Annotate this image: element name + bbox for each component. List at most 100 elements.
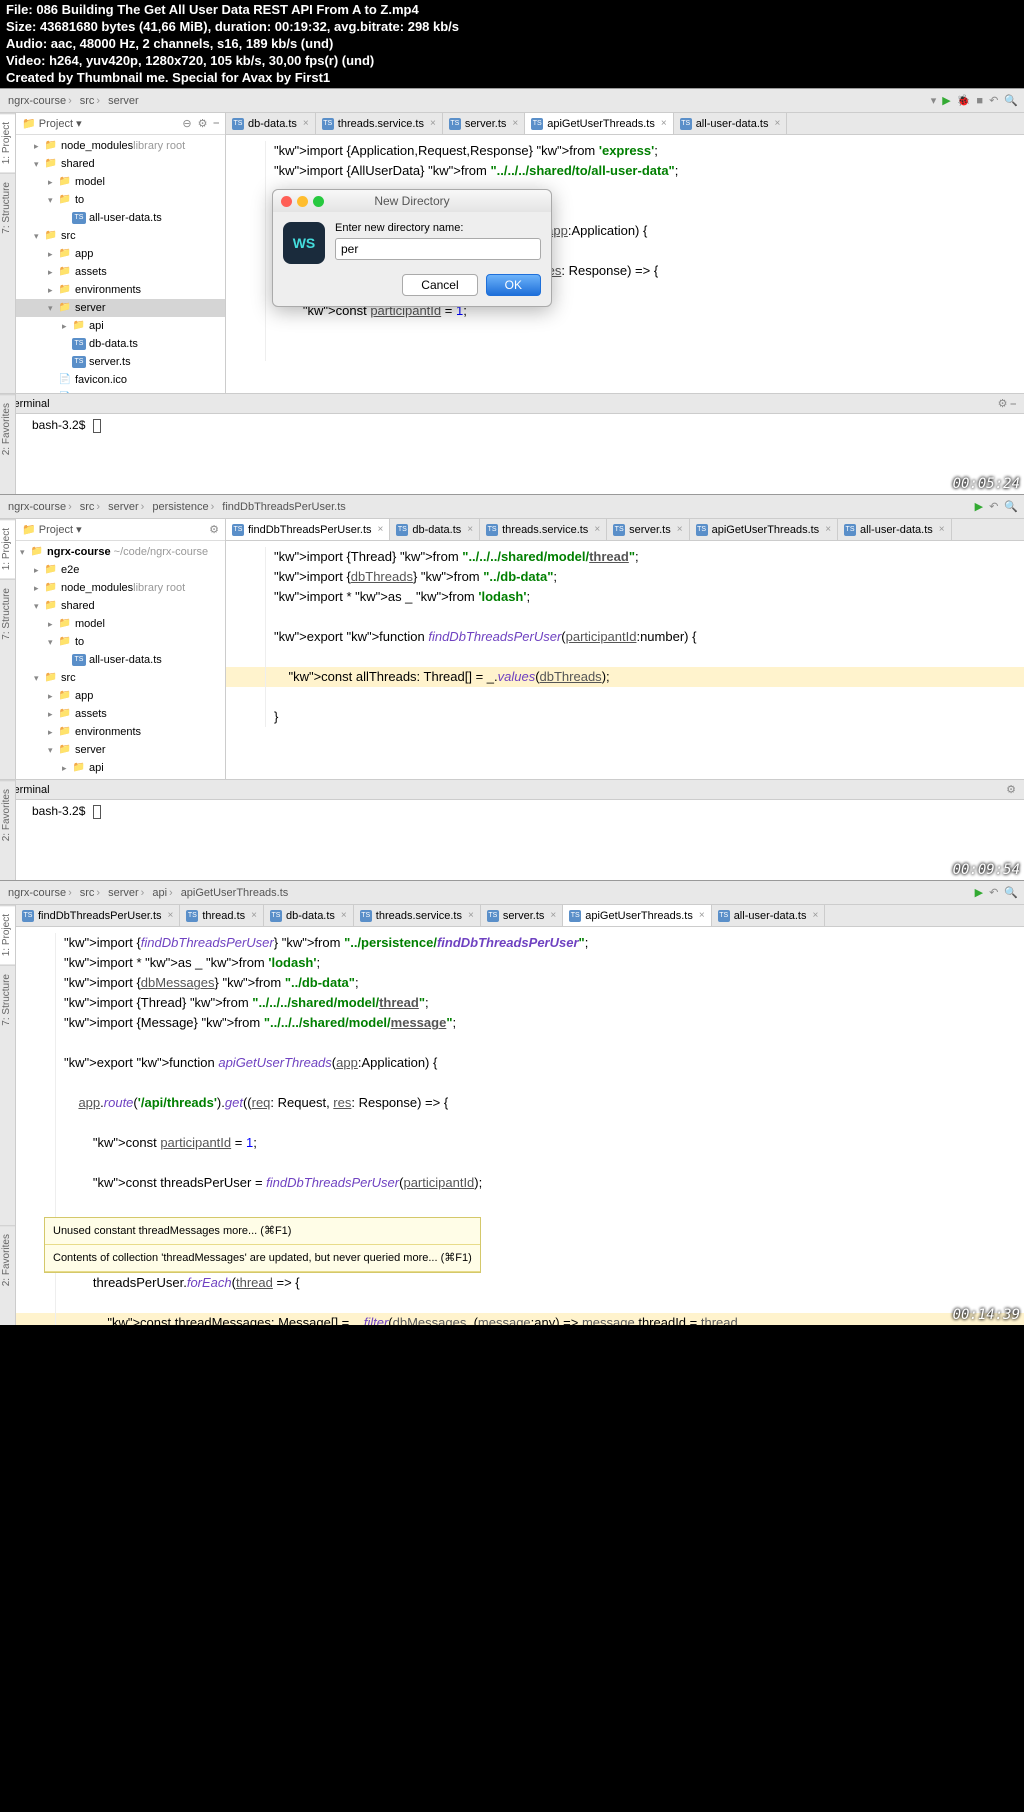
close-icon[interactable]: × [699,910,705,921]
cancel-button[interactable]: Cancel [402,274,477,296]
play-icon[interactable]: ▶ [975,886,983,899]
tree-item[interactable]: ▸📁e2e [16,561,225,579]
search-icon[interactable]: 🔍 [1004,500,1018,513]
toolbar-actions[interactable]: ▶ ↶ 🔍 [975,886,1018,899]
editor-tab[interactable]: TSthread.ts× [180,905,264,926]
editor-tab[interactable]: TSserver.ts× [481,905,563,926]
project-dropdown[interactable]: 📁 Project ▾ [22,523,82,536]
breadcrumb-item[interactable]: src [78,501,104,513]
close-icon[interactable]: × [825,524,831,535]
tree-item[interactable]: ▸📁model [16,173,225,191]
hide-icon[interactable]: ⎯ [214,117,220,130]
undo-icon[interactable]: ↶ [989,886,998,899]
tree-item[interactable]: ▸📁api [16,317,225,335]
editor-tab[interactable]: TSall-user-data.ts× [674,113,788,134]
stop-icon[interactable]: ■ [976,95,983,107]
close-icon[interactable]: × [341,910,347,921]
tab-structure[interactable]: 7: Structure [0,173,15,242]
close-icon[interactable]: × [939,524,945,535]
gear-icon[interactable]: ⚙ [1006,784,1016,796]
breadcrumb-item[interactable]: apiGetUserThreads.ts [179,887,291,899]
directory-name-input[interactable] [335,238,541,260]
tab-project[interactable]: 1: Project [0,519,15,578]
tool-window-tabs[interactable]: 1: Project 7: Structure [0,113,16,393]
editor-tab[interactable]: TSapiGetUserThreads.ts× [563,905,711,926]
breadcrumb-item[interactable]: persistence [150,501,218,513]
editor-tab[interactable]: TSthreads.service.ts× [354,905,481,926]
file-tree[interactable]: ▾📁ngrx-course ~/code/ngrx-course ▸📁e2e▸📁… [16,541,225,779]
tab-structure[interactable]: 7: Structure [0,965,15,1034]
tree-item[interactable]: ▾📁persistence [16,777,225,779]
terminal-content[interactable]: bash-3.2$ [24,800,1024,880]
tree-item[interactable]: ▸📁node_modules library root [16,137,225,155]
editor-tabs[interactable]: TSdb-data.ts×TSthreads.service.ts×TSserv… [226,113,1024,135]
search-icon[interactable]: 🔍 [1004,886,1018,899]
gear-icon[interactable]: ⚙ [198,117,208,130]
breadcrumb-item[interactable]: ngrx-course [6,887,76,899]
code-editor[interactable]: "kw">import {Thread} "kw">from "../../..… [226,541,1024,779]
close-icon[interactable]: × [303,118,309,129]
undo-icon[interactable]: ↶ [989,94,998,107]
breadcrumb-item[interactable]: api [150,887,176,899]
tree-item[interactable]: ▸📁node_modules library root [16,579,225,597]
terminal-content[interactable]: bash-3.2$ [24,414,1024,494]
tree-item[interactable]: ▾📁shared [16,597,225,615]
close-icon[interactable] [281,196,292,207]
toolbar-actions[interactable]: ▾ ▶ 🐞 ■ ↶ 🔍 [931,94,1018,107]
breadcrumb-item[interactable]: ngrx-course [6,95,76,107]
project-dropdown[interactable]: 📁 Project ▾ [22,117,82,130]
minimize-icon[interactable] [297,196,308,207]
debug-icon[interactable]: 🐞 [957,94,971,107]
gear-icon[interactable]: ⚙ [998,398,1008,410]
tree-item[interactable]: ▾📁shared [16,155,225,173]
tab-favorites[interactable]: 2: Favorites [0,394,15,463]
close-icon[interactable]: × [550,910,556,921]
close-icon[interactable]: × [378,524,384,535]
tree-item[interactable]: ▸📁assets [16,263,225,281]
close-icon[interactable]: × [594,524,600,535]
file-tree[interactable]: ▸📁node_modules library root▾📁shared▸📁mod… [16,135,225,393]
hide-icon[interactable]: ⎯ [1011,398,1017,410]
tree-item[interactable]: TSdb-data.ts [16,335,225,353]
tree-item[interactable]: ▾📁src [16,669,225,687]
editor-tab[interactable]: TSapiGetUserThreads.ts× [690,519,838,540]
breadcrumb-item[interactable]: findDbThreadsPerUser.ts [220,501,348,513]
editor-tabs[interactable]: TSfindDbThreadsPerUser.ts×TSdb-data.ts×T… [226,519,1024,541]
editor-tab[interactable]: TSdb-data.ts× [390,519,480,540]
toolbar-actions[interactable]: ▶ ↶ 🔍 [975,500,1018,513]
tree-item[interactable]: TSall-user-data.ts [16,209,225,227]
inspection-tooltip[interactable]: Unused constant threadMessages more... (… [44,1217,481,1273]
tab-project[interactable]: 1: Project [0,905,15,964]
tree-item[interactable]: ▸📁environments [16,281,225,299]
undo-icon[interactable]: ↶ [989,500,998,513]
editor-tab[interactable]: TSapiGetUserThreads.ts× [525,113,673,134]
tree-item[interactable]: ▾📁to [16,633,225,651]
zoom-icon[interactable] [313,196,324,207]
tab-project[interactable]: 1: Project [0,113,15,172]
editor-tabs[interactable]: TSfindDbThreadsPerUser.ts×TSthread.ts×TS… [16,905,1024,927]
code-editor[interactable]: "kw">import {findDbThreadsPerUser} "kw">… [16,927,1024,1325]
close-icon[interactable]: × [774,118,780,129]
breadcrumb-item[interactable]: server [106,887,148,899]
tree-item[interactable]: TSserver.ts [16,353,225,371]
breadcrumb-item[interactable]: src [78,95,104,107]
close-icon[interactable]: × [812,910,818,921]
close-icon[interactable]: × [251,910,257,921]
run-icon[interactable]: ▾ [931,94,937,107]
editor-tab[interactable]: TSall-user-data.ts× [838,519,952,540]
tree-item[interactable]: 📄index.html [16,389,225,393]
close-icon[interactable]: × [468,910,474,921]
tree-item[interactable]: ▸📁api [16,759,225,777]
tree-item[interactable]: ▸📁app [16,245,225,263]
tab-favorites[interactable]: 2: Favorites [0,780,15,849]
breadcrumb-item[interactable]: server [106,95,141,107]
editor-tab[interactable]: TSall-user-data.ts× [712,905,826,926]
breadcrumb-item[interactable]: server [106,501,148,513]
tree-item[interactable]: ▾📁src [16,227,225,245]
editor-tab[interactable]: TSdb-data.ts× [264,905,354,926]
close-icon[interactable]: × [467,524,473,535]
breadcrumb-item[interactable]: src [78,887,104,899]
close-icon[interactable]: × [430,118,436,129]
tree-item[interactable]: ▾📁to [16,191,225,209]
tab-structure[interactable]: 7: Structure [0,579,15,648]
